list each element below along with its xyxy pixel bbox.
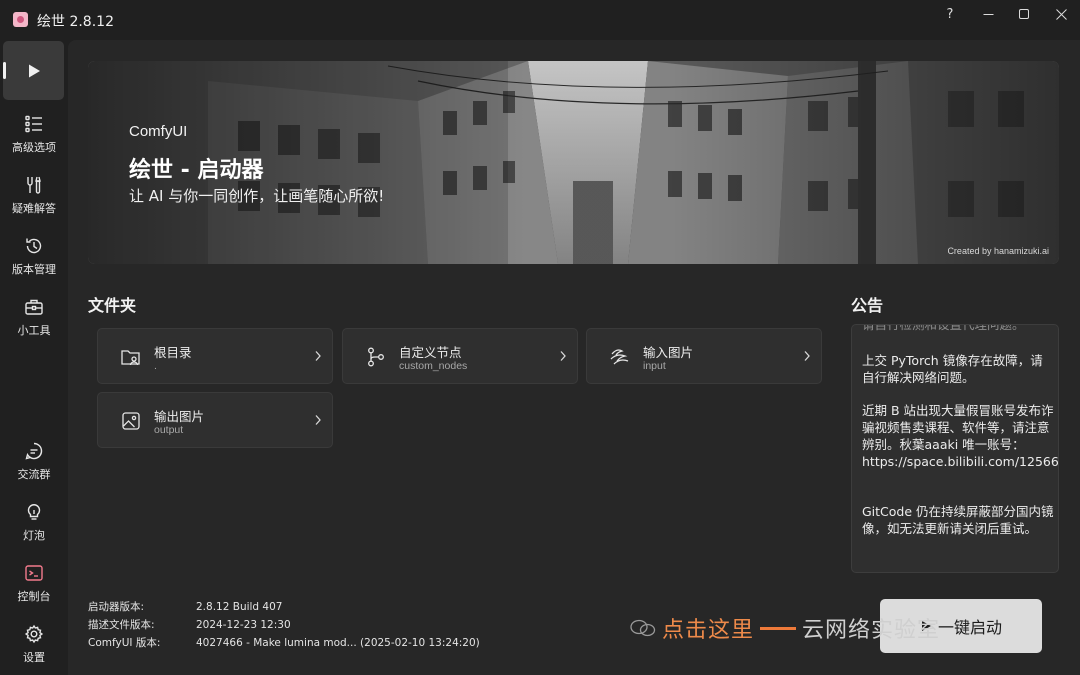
maximize-icon xyxy=(1018,8,1029,19)
launcher-version-value: 2.8.12 Build 407 xyxy=(196,601,283,613)
folder-card-input[interactable]: 输入图片 input xyxy=(586,328,822,384)
title-bar: 绘世 2.8.12 ? xyxy=(0,0,1080,40)
chevron-right-icon xyxy=(315,351,321,361)
image-icon xyxy=(122,412,140,430)
window-title: 绘世 2.8.12 xyxy=(37,14,114,30)
comfy-version-value: 4027466 - Make lumina mod... (2025-02-10… xyxy=(196,637,480,649)
folder-card-custom-nodes[interactable]: 自定义节点 custom_nodes xyxy=(342,328,578,384)
notice-paragraph: 上交 PyTorch 镜像存在故障，请自行解决网络问题。 xyxy=(862,353,1043,385)
folder-card-output[interactable]: 输出图片 output xyxy=(97,392,333,448)
nav-rail: 高级选项 疑难解答 版本管理 小工具 交流群 灯泡 控制台 设置 xyxy=(0,40,68,675)
chevron-right-icon xyxy=(804,351,810,361)
wrench-icon xyxy=(27,176,41,194)
wechat-icon xyxy=(630,619,656,637)
launch-button-label: 一键启动 xyxy=(937,618,1002,637)
banner-subtitle: ComfyUI xyxy=(129,123,188,140)
nav-label: 小工具 xyxy=(17,324,51,337)
maximize-button[interactable] xyxy=(1006,0,1042,28)
watermark: 点击这里 云网络实验室 xyxy=(630,612,940,644)
folder-name: 输出图片 xyxy=(154,409,205,424)
comfy-version-row: ComfyUI 版本: 4027466 - Make lumina mod... … xyxy=(88,635,480,650)
list-settings-icon xyxy=(25,115,42,133)
watermark-dash xyxy=(760,626,797,630)
folders-section-title: 文件夹 xyxy=(88,296,137,315)
nav-item-console[interactable]: 控制台 xyxy=(3,563,65,604)
nav-label: 版本管理 xyxy=(12,263,56,276)
nav-item-versions[interactable]: 版本管理 xyxy=(3,236,65,277)
help-icon: ? xyxy=(946,6,954,22)
main-content: ComfyUI 绘世 - 启动器 让 AI 与你一同创作，让画笔随心所欲! Cr… xyxy=(68,40,1080,675)
branch-icon xyxy=(368,347,384,367)
folder-card-root[interactable]: 根目录 . xyxy=(97,328,333,384)
notice-section-title: 公告 xyxy=(851,296,884,315)
notice-paragraph: GitCode 仍在持续屏蔽部分国内镜像，如无法更新请关闭后重试。 xyxy=(862,504,1054,536)
folder-name: 输入图片 xyxy=(643,345,694,360)
wind-icon xyxy=(610,349,629,365)
minimize-button[interactable] xyxy=(970,0,1006,28)
play-icon xyxy=(28,64,40,77)
folder-name: 根目录 xyxy=(154,345,192,360)
folder-path: . xyxy=(154,360,157,372)
nav-label: 灯泡 xyxy=(23,529,45,542)
gear-icon xyxy=(24,624,44,644)
nav-label: 疑难解答 xyxy=(12,202,56,215)
nav-label: 控制台 xyxy=(17,590,51,603)
hero-banner: ComfyUI 绘世 - 启动器 让 AI 与你一同创作，让画笔随心所欲! Cr… xyxy=(88,61,1059,264)
chevron-right-icon xyxy=(560,351,566,361)
nav-item-settings[interactable]: 设置 xyxy=(3,624,65,665)
close-button[interactable] xyxy=(1043,0,1079,28)
folder-path: output xyxy=(154,424,184,436)
nav-label: 高级选项 xyxy=(12,141,56,154)
desc-version-value: 2024-12-23 12:30 xyxy=(196,619,291,631)
nav-label: 交流群 xyxy=(17,468,51,481)
nav-item-advanced[interactable]: 高级选项 xyxy=(3,114,65,155)
chevron-right-icon xyxy=(315,415,321,425)
folder-path: input xyxy=(643,360,666,372)
watermark-text-highlight: 点击这里 xyxy=(662,618,755,643)
history-icon xyxy=(26,238,42,254)
notice-paragraph: 近期 B 站出现大量假冒账号发布诈骗视频售卖课程、软件等，请注意辨别。秋葉aaa… xyxy=(862,403,1059,469)
desc-version-label: 描述文件版本: xyxy=(88,619,155,631)
folder-name: 自定义节点 xyxy=(399,345,462,360)
lightbulb-icon xyxy=(27,504,41,520)
folder-path: custom_nodes xyxy=(399,360,468,372)
banner-credit: Created by hanamizuki.ai xyxy=(947,246,1049,256)
nav-item-tools[interactable]: 小工具 xyxy=(3,297,65,338)
close-icon xyxy=(1055,8,1067,20)
notice-panel[interactable]: 请自行检测和设置代理问题。 上交 PyTorch 镜像存在故障，请自行解决网络问… xyxy=(851,324,1059,573)
help-button[interactable]: ? xyxy=(932,0,968,28)
banner-title: 绘世 - 启动器 xyxy=(129,158,264,183)
banner-slogan: 让 AI 与你一同创作，让画笔随心所欲! xyxy=(129,187,385,205)
nav-item-troubleshoot[interactable]: 疑难解答 xyxy=(3,175,65,216)
folder-user-icon xyxy=(121,350,140,366)
notice-clipped-line: 请自行检测和设置代理问题。 xyxy=(862,324,1025,332)
launcher-version-label: 启动器版本: xyxy=(88,601,145,613)
nav-item-lightbulb[interactable]: 灯泡 xyxy=(3,502,65,543)
watermark-text: 云网络实验室 xyxy=(802,618,941,643)
minimize-icon xyxy=(983,13,993,15)
nav-item-launch[interactable] xyxy=(3,41,64,100)
launcher-version-row: 启动器版本: 2.8.12 Build 407 xyxy=(88,599,282,614)
nav-label: 设置 xyxy=(23,651,45,664)
comfy-version-label: ComfyUI 版本: xyxy=(88,637,161,649)
console-icon xyxy=(25,565,43,581)
desc-version-row: 描述文件版本: 2024-12-23 12:30 xyxy=(88,617,291,632)
chat-icon xyxy=(25,442,43,460)
app-logo-icon xyxy=(13,12,28,27)
toolbox-icon xyxy=(25,299,43,315)
nav-item-community[interactable]: 交流群 xyxy=(3,441,65,482)
